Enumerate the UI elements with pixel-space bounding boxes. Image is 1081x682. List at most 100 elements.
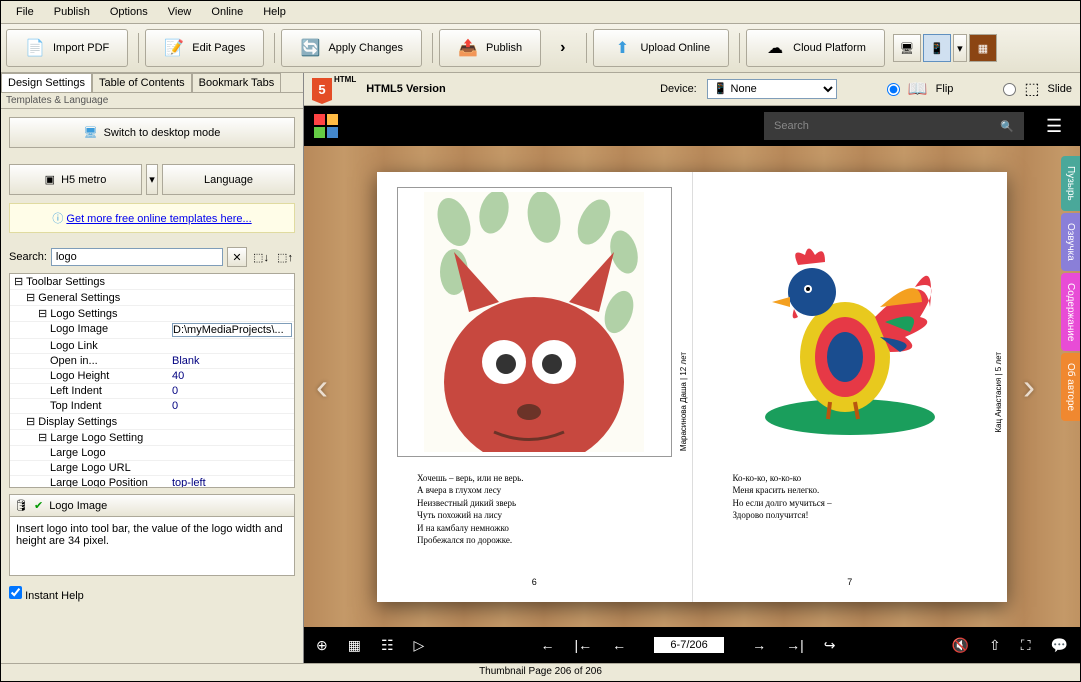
upload-online-button[interactable]: ⬆ Upload Online bbox=[593, 29, 729, 67]
switch-desktop-button[interactable]: 🖥 Switch to desktop mode bbox=[9, 117, 295, 148]
left-tabs: Design Settings Table of Contents Bookma… bbox=[1, 73, 303, 93]
prev-icon[interactable]: ← bbox=[612, 637, 626, 653]
menubar: File Publish Options View Online Help bbox=[1, 1, 1080, 24]
tree-row[interactable]: Logo Link bbox=[10, 339, 294, 354]
prev-page-arrow[interactable]: ‹ bbox=[316, 366, 328, 408]
edit-pages-button[interactable]: 📝 Edit Pages bbox=[145, 29, 264, 67]
preview-search-placeholder: Search bbox=[774, 120, 809, 132]
tree-row[interactable]: Left Indent0 bbox=[10, 384, 294, 399]
cloud-icon: ☁ bbox=[765, 38, 785, 58]
tree-row[interactable]: ⊟ Large Logo Setting bbox=[10, 430, 294, 446]
next-page-arrow[interactable]: › bbox=[1023, 366, 1035, 408]
mobile-view-button[interactable]: 📱 bbox=[923, 34, 951, 62]
cloud-platform-button[interactable]: ☁ Cloud Platform bbox=[746, 29, 885, 67]
right-page-art bbox=[713, 187, 988, 457]
tab-bookmark[interactable]: Bookmark Tabs bbox=[192, 73, 282, 92]
slide-radio[interactable] bbox=[1003, 83, 1016, 96]
tree-row[interactable]: ⊟ Logo Settings bbox=[10, 306, 294, 322]
grid-view-button[interactable]: ▦ bbox=[969, 34, 997, 62]
clear-search-button[interactable]: ✕ bbox=[227, 247, 247, 267]
tree-row[interactable]: Large Logo bbox=[10, 446, 294, 461]
bookmark-tab[interactable]: Пузырь bbox=[1061, 156, 1080, 211]
tab-design-settings[interactable]: Design Settings bbox=[1, 73, 92, 92]
html5-badge: 5 HTML HTML5 Version bbox=[312, 78, 446, 100]
menu-options[interactable]: Options bbox=[100, 3, 158, 21]
last-page-icon[interactable]: →| bbox=[786, 637, 804, 653]
language-button[interactable]: Language bbox=[162, 164, 295, 195]
play-icon[interactable]: ▷ bbox=[414, 637, 425, 654]
book-spread: Марасинова Даша | 12 лет Хочешь – верь, … bbox=[377, 172, 1007, 602]
thumbnails-icon[interactable]: ▦ bbox=[348, 637, 361, 654]
theme-button[interactable]: ▣ H5 metro bbox=[9, 164, 142, 195]
help-icon: 🛢 bbox=[14, 499, 28, 512]
publish-button[interactable]: 📤 Publish bbox=[439, 29, 541, 67]
slide-icon: ⬚ bbox=[1024, 79, 1039, 99]
preview-header: Search 🔍 ☰ bbox=[304, 106, 1080, 146]
search-input[interactable] bbox=[51, 248, 223, 266]
flip-radio[interactable] bbox=[887, 83, 900, 96]
next-icon[interactable]: → bbox=[752, 637, 766, 653]
right-page: Кац Анастасия | 5 лет Ко-ко-ко, ко-ко-ко… bbox=[693, 172, 1008, 602]
zoom-icon[interactable]: ⊕ bbox=[316, 637, 328, 654]
tree-row[interactable]: Logo Height40 bbox=[10, 369, 294, 384]
tree-row[interactable]: ⊟ General Settings bbox=[10, 290, 294, 306]
first-page-icon[interactable]: |← bbox=[574, 637, 592, 653]
menu-file[interactable]: File bbox=[6, 3, 44, 21]
device-select[interactable]: 📱 None bbox=[707, 79, 837, 99]
menu-view[interactable]: View bbox=[158, 3, 202, 21]
tab-toc[interactable]: Table of Contents bbox=[92, 73, 192, 92]
tree-row[interactable]: Large Logo Positiontop-left bbox=[10, 476, 294, 488]
menu-help[interactable]: Help bbox=[253, 3, 296, 21]
templates-link-row: ⓘ Get more free online templates here... bbox=[9, 203, 295, 233]
import-pdf-button[interactable]: 📄 Import PDF bbox=[6, 29, 128, 67]
menu-publish[interactable]: Publish bbox=[44, 3, 100, 21]
app-logo bbox=[314, 114, 338, 138]
comment-icon[interactable]: 💬 bbox=[1051, 637, 1068, 654]
left-page-poem: Хочешь – верь, или не верь. А вчера в гл… bbox=[397, 467, 672, 553]
preview-search-box[interactable]: Search 🔍 bbox=[764, 112, 1024, 140]
forward-icon[interactable]: ↪ bbox=[824, 637, 836, 654]
bookmark-tab[interactable]: Об авторе bbox=[1061, 353, 1080, 421]
fox-illustration bbox=[424, 192, 644, 452]
refresh-icon: 🔄 bbox=[300, 38, 320, 58]
instant-help-checkbox[interactable]: Instant Help bbox=[9, 590, 84, 602]
hamburger-icon[interactable]: ☰ bbox=[1046, 116, 1070, 137]
tree-row[interactable]: ⊟ Display Settings bbox=[10, 414, 294, 430]
menu-online[interactable]: Online bbox=[201, 3, 253, 21]
apply-changes-button[interactable]: 🔄 Apply Changes bbox=[281, 29, 422, 67]
sound-icon[interactable]: 🔇 bbox=[952, 637, 969, 654]
dropdown-button[interactable]: ▾ bbox=[953, 34, 967, 62]
templates-link[interactable]: Get more free online templates here... bbox=[66, 213, 251, 225]
right-panel: 5 HTML HTML5 Version Device: 📱 None 📖 Fl… bbox=[304, 73, 1080, 663]
right-page-number: 7 bbox=[713, 577, 988, 587]
sort-desc-button[interactable]: ⬚↑ bbox=[275, 247, 295, 267]
tree-row[interactable]: Open in...Blank bbox=[10, 354, 294, 369]
flip-icon: 📖 bbox=[908, 79, 928, 99]
html5-icon: 5 bbox=[312, 78, 332, 100]
settings-tree[interactable]: ⊟ Toolbar Settings⊟ General Settings⊟ Lo… bbox=[9, 273, 295, 488]
rooster-illustration bbox=[750, 207, 950, 437]
bookmark-tab[interactable]: Озвучка bbox=[1061, 213, 1080, 271]
right-page-poem: Ко-ко-ко, ко-ко-ко Меня красить нелегко.… bbox=[713, 467, 988, 527]
sort-asc-button[interactable]: ⬚↓ bbox=[251, 247, 271, 267]
fullscreen-icon[interactable]: ⛶ bbox=[1021, 637, 1031, 654]
switch-desktop-label: Switch to desktop mode bbox=[104, 127, 221, 139]
page-counter-input[interactable] bbox=[654, 637, 724, 653]
back-icon[interactable]: ← bbox=[540, 637, 554, 653]
desktop-view-button[interactable]: 🖥 bbox=[893, 34, 921, 62]
left-panel: Design Settings Table of Contents Bookma… bbox=[1, 73, 304, 663]
help-title-bar: 🛢 ✔ Logo Image bbox=[9, 494, 295, 516]
info-icon: ⓘ bbox=[52, 213, 63, 225]
help-title: Logo Image bbox=[49, 500, 107, 512]
tree-row[interactable]: Top Indent0 bbox=[10, 399, 294, 414]
list-icon[interactable]: ☷ bbox=[381, 637, 394, 654]
bookmark-tabs: Пузырь Озвучка Содержание Об авторе bbox=[1061, 156, 1080, 423]
toolbar-chevron-icon[interactable]: › bbox=[545, 39, 580, 57]
edit-pages-label: Edit Pages bbox=[192, 42, 245, 54]
tree-row[interactable]: Logo ImageD:\myMediaProjects\... bbox=[10, 322, 294, 339]
bookmark-tab[interactable]: Содержание bbox=[1061, 273, 1080, 351]
share-icon[interactable]: ⇧ bbox=[989, 637, 1001, 654]
theme-dropdown-button[interactable]: ▾ bbox=[146, 164, 158, 195]
tree-row[interactable]: ⊟ Toolbar Settings bbox=[10, 274, 294, 290]
tree-row[interactable]: Large Logo URL bbox=[10, 461, 294, 476]
